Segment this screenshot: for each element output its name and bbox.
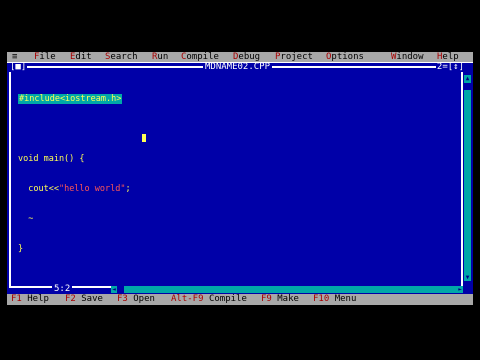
code-tilde: ~ xyxy=(18,214,34,224)
code-close-brace: } xyxy=(18,244,24,254)
cursor-position: 5:2 xyxy=(52,284,73,294)
menu-project[interactable]: Project xyxy=(275,52,313,62)
menu-run[interactable]: Run xyxy=(152,52,168,62)
code-main: void main() { xyxy=(18,154,85,164)
system-menu[interactable]: ≡ xyxy=(12,52,17,62)
menu-compile[interactable]: Compile xyxy=(181,52,219,62)
status-open[interactable]: F3 Open xyxy=(117,294,155,305)
menu-window[interactable]: Window xyxy=(391,52,424,62)
status-help[interactable]: F1 Help xyxy=(11,294,49,305)
menu-edit[interactable]: Edit xyxy=(70,52,92,62)
menu-bar: ≡ File Edit Search Run Compile Debug Pro… xyxy=(7,52,473,62)
turbo-cpp-ide: ≡ File Edit Search Run Compile Debug Pro… xyxy=(7,52,473,305)
code-area[interactable]: #include<iostream.h> void main() { cout<… xyxy=(18,74,131,274)
status-make[interactable]: F9 Make xyxy=(261,294,299,305)
code-line: #include<iostream.h> xyxy=(18,94,131,104)
menu-options[interactable]: Options xyxy=(326,52,364,62)
status-save[interactable]: F2 Save xyxy=(65,294,103,305)
menu-help[interactable]: Help xyxy=(437,52,459,62)
window-title: MDNAME02.CPP xyxy=(203,62,273,72)
code-semicolon: ; xyxy=(125,184,131,194)
menu-debug[interactable]: Debug xyxy=(233,52,260,62)
code-line: void main() { xyxy=(18,154,131,164)
scroll-right-icon[interactable]: ► xyxy=(457,286,463,293)
code-cout: cout<< xyxy=(18,184,59,194)
horizontal-scroll-thumb[interactable] xyxy=(117,286,124,293)
status-bar: F1 Help F2 Save F3 Open Alt-F9 Compile F… xyxy=(7,294,473,305)
vertical-scrollbar[interactable]: ▲ ▼ xyxy=(464,75,471,281)
horizontal-scrollbar[interactable]: ◄ ► xyxy=(111,286,463,293)
vertical-scroll-thumb[interactable] xyxy=(464,83,471,90)
window-close-button[interactable]: [■] xyxy=(9,63,28,72)
code-string: "hello world" xyxy=(58,184,126,194)
status-menu[interactable]: F10 Menu xyxy=(313,294,356,305)
editor-window: [■] MDNAME02.CPP 2=[↕] #include<iostream… xyxy=(7,62,473,294)
code-include: #include<iostream.h> xyxy=(18,94,123,104)
code-line: ~ xyxy=(18,214,131,224)
window-zoom-button[interactable]: 2=[↕] xyxy=(435,63,465,72)
text-cursor xyxy=(142,134,146,142)
scroll-up-icon[interactable]: ▲ xyxy=(464,75,471,82)
menu-file[interactable]: File xyxy=(34,52,56,62)
code-line: cout<<"hello world"; xyxy=(18,184,131,194)
code-line: } xyxy=(18,244,131,254)
status-compile[interactable]: Alt-F9 Compile xyxy=(171,294,247,305)
scroll-down-icon[interactable]: ▼ xyxy=(464,274,471,281)
menu-search[interactable]: Search xyxy=(105,52,138,62)
